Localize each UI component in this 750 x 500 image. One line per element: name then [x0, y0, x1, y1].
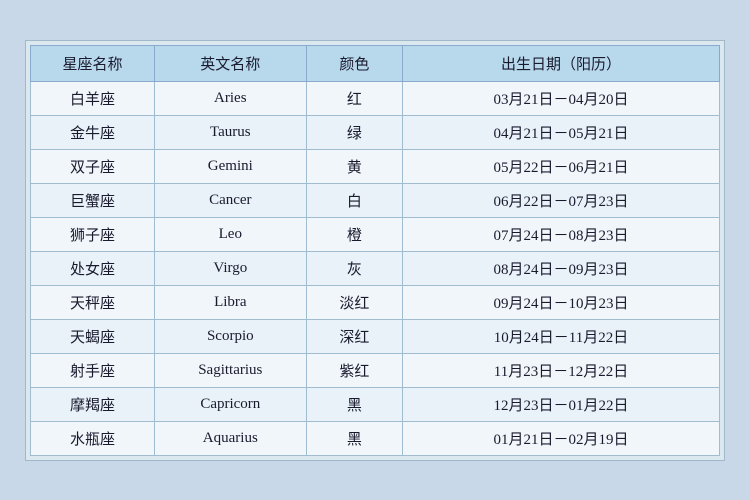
cell-color: 红 [306, 81, 402, 115]
cell-english: Scorpio [155, 319, 307, 353]
table-row: 天秤座Libra淡红09月24日－10月23日 [31, 285, 720, 319]
cell-chinese: 摩羯座 [31, 387, 155, 421]
cell-english: Sagittarius [155, 353, 307, 387]
table-row: 水瓶座Aquarius黑01月21日－02月19日 [31, 421, 720, 455]
cell-date: 11月23日－12月22日 [403, 353, 720, 387]
cell-date: 12月23日－01月22日 [403, 387, 720, 421]
cell-color: 黄 [306, 149, 402, 183]
header-english: 英文名称 [155, 45, 307, 81]
cell-english: Cancer [155, 183, 307, 217]
cell-date: 09月24日－10月23日 [403, 285, 720, 319]
cell-color: 深红 [306, 319, 402, 353]
cell-english: Leo [155, 217, 307, 251]
cell-date: 06月22日－07月23日 [403, 183, 720, 217]
cell-date: 07月24日－08月23日 [403, 217, 720, 251]
table-row: 巨蟹座Cancer白06月22日－07月23日 [31, 183, 720, 217]
table-row: 射手座Sagittarius紫红11月23日－12月22日 [31, 353, 720, 387]
cell-chinese: 天秤座 [31, 285, 155, 319]
cell-chinese: 处女座 [31, 251, 155, 285]
cell-date: 05月22日－06月21日 [403, 149, 720, 183]
cell-color: 黑 [306, 387, 402, 421]
cell-color: 绿 [306, 115, 402, 149]
cell-english: Taurus [155, 115, 307, 149]
cell-date: 08月24日－09月23日 [403, 251, 720, 285]
table-row: 狮子座Leo橙07月24日－08月23日 [31, 217, 720, 251]
cell-english: Gemini [155, 149, 307, 183]
cell-chinese: 天蝎座 [31, 319, 155, 353]
cell-english: Capricorn [155, 387, 307, 421]
cell-date: 10月24日－11月22日 [403, 319, 720, 353]
cell-english: Aries [155, 81, 307, 115]
table-body: 白羊座Aries红03月21日－04月20日金牛座Taurus绿04月21日－0… [31, 81, 720, 455]
table-row: 摩羯座Capricorn黑12月23日－01月22日 [31, 387, 720, 421]
cell-chinese: 巨蟹座 [31, 183, 155, 217]
table-row: 双子座Gemini黄05月22日－06月21日 [31, 149, 720, 183]
header-color: 颜色 [306, 45, 402, 81]
header-date: 出生日期（阳历） [403, 45, 720, 81]
cell-chinese: 双子座 [31, 149, 155, 183]
zodiac-table: 星座名称 英文名称 颜色 出生日期（阳历） 白羊座Aries红03月21日－04… [30, 45, 720, 456]
cell-chinese: 白羊座 [31, 81, 155, 115]
table-row: 白羊座Aries红03月21日－04月20日 [31, 81, 720, 115]
cell-chinese: 金牛座 [31, 115, 155, 149]
cell-date: 03月21日－04月20日 [403, 81, 720, 115]
header-chinese: 星座名称 [31, 45, 155, 81]
zodiac-table-container: 星座名称 英文名称 颜色 出生日期（阳历） 白羊座Aries红03月21日－04… [25, 40, 725, 461]
table-row: 金牛座Taurus绿04月21日－05月21日 [31, 115, 720, 149]
table-header-row: 星座名称 英文名称 颜色 出生日期（阳历） [31, 45, 720, 81]
cell-english: Aquarius [155, 421, 307, 455]
cell-chinese: 水瓶座 [31, 421, 155, 455]
cell-chinese: 狮子座 [31, 217, 155, 251]
table-row: 天蝎座Scorpio深红10月24日－11月22日 [31, 319, 720, 353]
cell-color: 灰 [306, 251, 402, 285]
table-row: 处女座Virgo灰08月24日－09月23日 [31, 251, 720, 285]
cell-chinese: 射手座 [31, 353, 155, 387]
cell-color: 白 [306, 183, 402, 217]
cell-color: 淡红 [306, 285, 402, 319]
cell-date: 04月21日－05月21日 [403, 115, 720, 149]
cell-english: Virgo [155, 251, 307, 285]
cell-date: 01月21日－02月19日 [403, 421, 720, 455]
cell-color: 紫红 [306, 353, 402, 387]
cell-color: 橙 [306, 217, 402, 251]
cell-english: Libra [155, 285, 307, 319]
cell-color: 黑 [306, 421, 402, 455]
